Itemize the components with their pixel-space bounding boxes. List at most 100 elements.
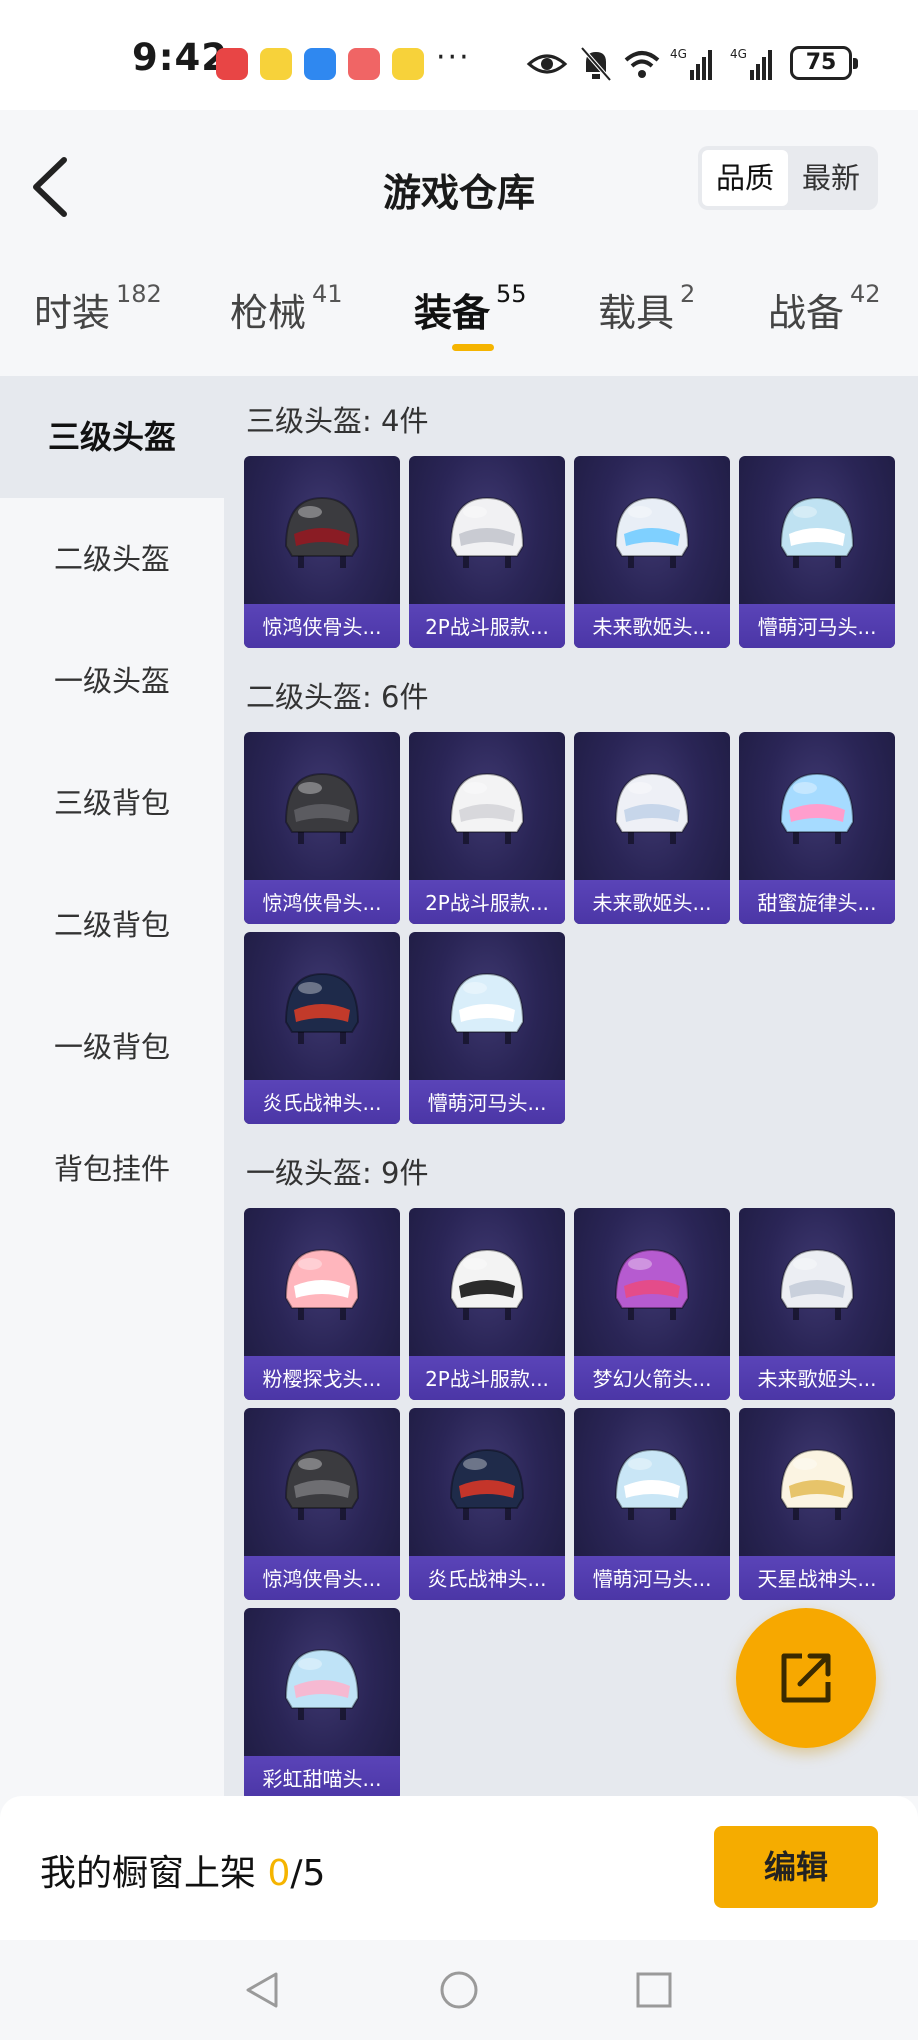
section-title: 三级头盔: 4件 — [246, 404, 429, 438]
item-card[interactable]: 炎氏战神头... — [409, 1408, 565, 1600]
signal-4g-icon: 4G — [670, 47, 712, 80]
sidebar: 三级头盔 二级头盔 一级头盔 三级背包 二级背包 一级背包 背包挂件 — [0, 376, 224, 1796]
sidebar-item-level3-helmet[interactable]: 三级头盔 — [0, 376, 224, 498]
share-external-icon — [781, 1653, 831, 1703]
helmet-thumbnail-icon — [449, 972, 525, 1044]
helmet-thumbnail-icon — [284, 972, 360, 1044]
tab-label: 战备 — [768, 291, 845, 335]
item-name: 惊鸿侠骨头... — [262, 615, 382, 639]
helmet-thumbnail-icon — [284, 496, 360, 568]
sidebar-item-level1-backpack[interactable]: 一级背包 — [0, 986, 224, 1108]
page-header: 游戏仓库 品质 最新 时装 182 枪械 41 装备 55 载具 2 战备 42 — [0, 110, 918, 355]
showcase-label: 我的橱窗上架 — [40, 1853, 268, 1894]
game-helper-icon — [260, 48, 292, 80]
item-card[interactable]: 2P战斗服款... — [409, 732, 565, 924]
showcase-status: 我的橱窗上架 0/5 — [40, 1844, 325, 1896]
tab-count: 42 — [850, 280, 881, 308]
item-name: 惊鸿侠骨头... — [262, 891, 382, 915]
item-name: 甜蜜旋律头... — [757, 891, 877, 915]
item-card[interactable]: 天星战神头... — [739, 1408, 895, 1600]
helmet-thumbnail-icon — [449, 1248, 525, 1320]
mute-bell-icon — [580, 46, 612, 82]
item-card[interactable]: 懵萌河马头... — [409, 932, 565, 1124]
tab-count: 182 — [116, 280, 162, 308]
tab-equipment[interactable]: 装备 55 — [414, 280, 527, 337]
tab-label: 枪械 — [230, 291, 307, 335]
item-card[interactable]: 未来歌姬头... — [739, 1208, 895, 1400]
helmet-thumbnail-icon — [779, 1448, 855, 1520]
wifi-icon — [624, 51, 660, 78]
tab-supplies[interactable]: 战备 42 — [768, 280, 881, 337]
helmet-thumbnail-icon — [284, 1248, 360, 1320]
item-name: 彩虹甜喵头... — [262, 1767, 382, 1791]
tab-count: 55 — [496, 280, 527, 308]
edit-button[interactable]: 编辑 — [714, 1826, 878, 1908]
game-helper-icon-2 — [392, 48, 424, 80]
svg-text:4G: 4G — [670, 47, 687, 61]
tab-vehicles[interactable]: 载具 2 — [598, 280, 695, 337]
helmet-thumbnail-icon — [614, 1448, 690, 1520]
sidebar-item-backpack-charm[interactable]: 背包挂件 — [0, 1108, 224, 1230]
item-card[interactable]: 惊鸿侠骨头... — [244, 1408, 400, 1600]
system-nav-bar — [0, 1940, 918, 2040]
item-card[interactable]: 懵萌河马头... — [574, 1408, 730, 1600]
helmet-thumbnail-icon — [284, 772, 360, 844]
item-card[interactable]: 惊鸿侠骨头... — [244, 456, 400, 648]
sidebar-item-level3-backpack[interactable]: 三级背包 — [0, 742, 224, 864]
item-card[interactable]: 2P战斗服款... — [409, 1208, 565, 1400]
item-name: 炎氏战神头... — [262, 1091, 382, 1115]
item-name: 2P战斗服款... — [425, 891, 549, 915]
item-card[interactable]: 惊鸿侠骨头... — [244, 732, 400, 924]
sidebar-item-level2-backpack[interactable]: 二级背包 — [0, 864, 224, 986]
item-card[interactable]: 懵萌河马头... — [739, 456, 895, 648]
helmet-thumbnail-icon — [614, 772, 690, 844]
item-card[interactable]: 梦幻火箭头... — [574, 1208, 730, 1400]
sort-newest-button[interactable]: 最新 — [788, 150, 874, 206]
sort-quality-button[interactable]: 品质 — [702, 150, 788, 206]
share-fab-button[interactable] — [736, 1608, 876, 1748]
showcase-total: /5 — [290, 1853, 326, 1894]
svg-text:4G: 4G — [730, 47, 747, 61]
tab-count: 41 — [312, 280, 343, 308]
item-card[interactable]: 甜蜜旋律头... — [739, 732, 895, 924]
item-card[interactable]: 未来歌姬头... — [574, 732, 730, 924]
chat-app-icon — [304, 48, 336, 80]
item-name: 懵萌河马头... — [427, 1091, 547, 1115]
signal-4g-icon-2: 4G — [730, 47, 772, 80]
tab-label: 时装 — [34, 291, 111, 335]
nav-home-icon[interactable] — [437, 1968, 481, 2012]
item-name: 2P战斗服款... — [425, 615, 549, 639]
tab-firearms[interactable]: 枪械 41 — [230, 280, 343, 337]
sidebar-item-level2-helmet[interactable]: 二级头盔 — [0, 498, 224, 620]
item-card[interactable]: 彩虹甜喵头... — [244, 1608, 400, 1796]
item-name: 粉樱探戈头... — [262, 1367, 382, 1391]
item-name: 梦幻火箭头... — [592, 1367, 712, 1391]
nav-back-icon[interactable] — [240, 1968, 284, 2012]
status-bar: 9:42 ··· 4G 4G 75 — [0, 0, 918, 110]
helmet-thumbnail-icon — [449, 772, 525, 844]
helmet-thumbnail-icon — [449, 496, 525, 568]
reader-app-icon — [348, 48, 380, 80]
showcase-count: 0 — [267, 1853, 291, 1894]
item-name: 天星战神头... — [757, 1567, 877, 1591]
category-tabs: 时装 182 枪械 41 装备 55 载具 2 战备 42 — [0, 280, 918, 342]
helmet-thumbnail-icon — [284, 1648, 360, 1720]
item-card[interactable]: 2P战斗服款... — [409, 456, 565, 648]
tab-label: 载具 — [598, 291, 675, 335]
item-card[interactable]: 炎氏战神头... — [244, 932, 400, 1124]
helmet-thumbnail-icon — [779, 1248, 855, 1320]
battery-indicator: 75 — [790, 46, 858, 80]
item-name: 未来歌姬头... — [592, 891, 712, 915]
item-grid: 三级头盔: 4件 二级头盔: 6件 一级头盔: 9件 惊鸿侠骨头... 2P战斗服… — [224, 376, 918, 1796]
nav-recents-icon[interactable] — [632, 1968, 676, 2012]
item-name: 惊鸿侠骨头... — [262, 1567, 382, 1591]
sidebar-item-level1-helmet[interactable]: 一级头盔 — [0, 620, 224, 742]
item-name: 炎氏战神头... — [427, 1567, 547, 1591]
eye-icon — [526, 54, 568, 74]
helmet-thumbnail-icon — [779, 496, 855, 568]
item-card[interactable]: 未来歌姬头... — [574, 456, 730, 648]
tab-outfit[interactable]: 时装 182 — [34, 280, 162, 337]
helmet-thumbnail-icon — [779, 772, 855, 844]
tab-label: 装备 — [414, 291, 491, 335]
item-card[interactable]: 粉樱探戈头... — [244, 1208, 400, 1400]
